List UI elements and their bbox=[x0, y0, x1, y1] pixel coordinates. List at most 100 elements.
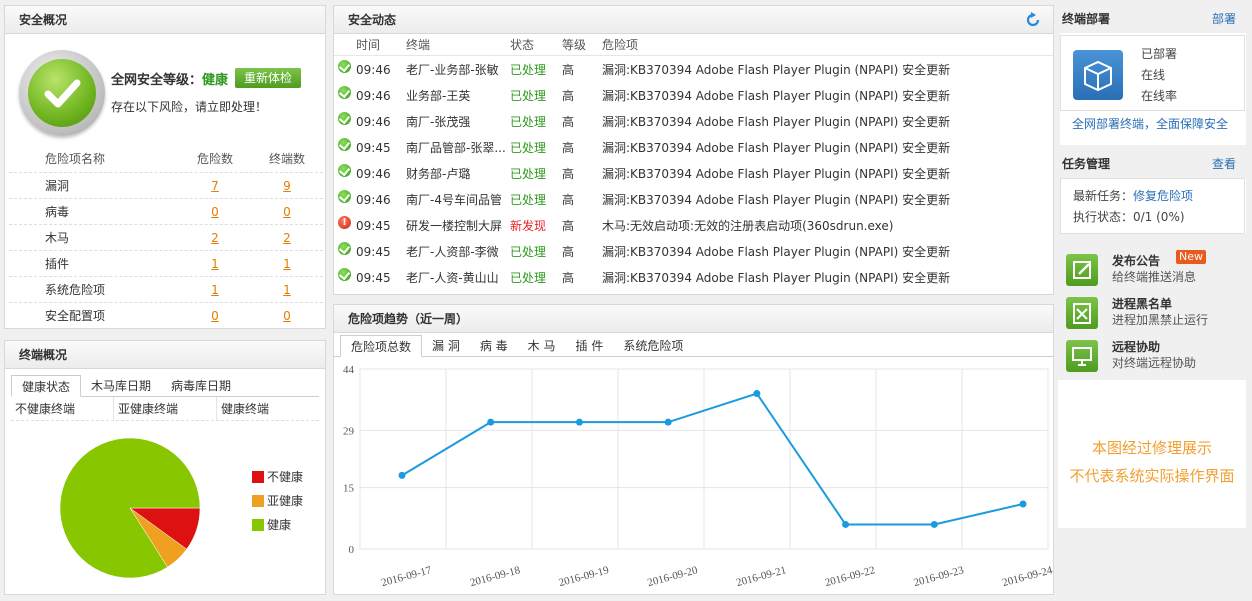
header-risk-name: 危险项名称 bbox=[45, 152, 106, 166]
event-row[interactable]: 09:46 业务部-王英 已处理 高 漏洞:KB370394 Adobe Flash P… bbox=[334, 82, 1053, 108]
event-status: 已处理 bbox=[510, 167, 547, 181]
tab-health-status[interactable]: 健康状态 bbox=[11, 375, 82, 397]
endpoint-count-link[interactable]: 9 bbox=[283, 179, 291, 193]
legend-swatch-unhealthy bbox=[252, 470, 264, 483]
endpoint-count-link[interactable]: 1 bbox=[283, 283, 291, 297]
endpoint-count-link[interactable]: 2 bbox=[283, 231, 291, 245]
process-blacklist-action[interactable]: 进程黑名单 进程加黑禁止运行 bbox=[1066, 295, 1246, 335]
risk-count-link[interactable]: 1 bbox=[211, 257, 219, 271]
event-risk-item: 漏洞:KB370394 Adobe Flash Player Plugin (N… bbox=[602, 167, 951, 181]
tab-plugins[interactable]: 插 件 bbox=[566, 335, 614, 356]
security-overview-title: 安全概况 bbox=[5, 6, 325, 34]
event-row[interactable]: 09:46 老厂-业务部-张敏 已处理 高 漏洞:KB370394 Adobe Flas… bbox=[334, 56, 1053, 82]
data-point[interactable] bbox=[1019, 500, 1027, 508]
remote-assist-action[interactable]: 远程协助 对终端远程协助 bbox=[1066, 338, 1246, 378]
security-overview-panel: 安全概况 全网安全等级：健康 重新体检 存在以下风险，请立即处理！ 危险项名称 … bbox=[4, 5, 326, 329]
remote-assist-desc: 对终端远程协助 bbox=[1112, 356, 1197, 370]
legend-swatch-subhealthy bbox=[252, 494, 264, 507]
table-row: 木马 2 2 bbox=[9, 224, 323, 250]
header-endpoint: 终端 bbox=[406, 38, 431, 52]
event-row[interactable]: 09:46 南厂-张茂强 已处理 高 漏洞:KB370394 Adobe Flash P… bbox=[334, 108, 1053, 134]
data-point[interactable] bbox=[753, 390, 761, 398]
healthy-endpoints-label[interactable]: 健康终端 bbox=[217, 397, 319, 420]
risk-count-link[interactable]: 2 bbox=[211, 231, 219, 245]
event-status: 已处理 bbox=[510, 245, 547, 259]
x-tick-label: 2016-09-18 bbox=[469, 564, 522, 589]
risk-count-link[interactable]: 0 bbox=[211, 205, 219, 219]
health-pie-chart bbox=[59, 437, 201, 579]
online-label: 在线 bbox=[1141, 68, 1166, 82]
subhealthy-endpoints-label[interactable]: 亚健康终端 bbox=[114, 397, 217, 420]
event-level: 高 bbox=[562, 271, 575, 285]
unhealthy-endpoints-label[interactable]: 不健康终端 bbox=[11, 397, 114, 420]
event-level: 高 bbox=[562, 141, 575, 155]
tab-trojan-db-date[interactable]: 木马库日期 bbox=[81, 375, 161, 396]
risk-count-link[interactable]: 1 bbox=[211, 283, 219, 297]
event-time: 09:45 bbox=[356, 271, 391, 285]
event-risk-item: 漏洞:KB370394 Adobe Flash Player Plugin (N… bbox=[602, 271, 951, 285]
health-shield-icon bbox=[19, 50, 105, 136]
data-point[interactable] bbox=[930, 520, 938, 528]
table-row: 安全配置项 0 0 bbox=[9, 302, 323, 328]
tab-vulnerabilities[interactable]: 漏 洞 bbox=[422, 335, 470, 356]
endpoint-count-link[interactable]: 0 bbox=[283, 309, 291, 323]
risk-count-link[interactable]: 0 bbox=[211, 309, 219, 323]
risk-name: 安全配置项 bbox=[45, 309, 106, 323]
security-events-title: 安全动态 bbox=[334, 6, 1053, 34]
tab-viruses[interactable]: 病 毒 bbox=[470, 335, 518, 356]
event-level: 高 bbox=[562, 167, 575, 181]
package-box-icon bbox=[1073, 50, 1123, 100]
tab-virus-db-date[interactable]: 病毒库日期 bbox=[161, 375, 241, 396]
event-row[interactable]: 09:45 研发一楼控制大屏新发现 高 木马:无效启动项:无效的注册表启动项(360s… bbox=[334, 209, 1053, 238]
event-endpoint: 南厂-张茂强 bbox=[406, 115, 471, 129]
deploy-link[interactable]: 部署 bbox=[1212, 5, 1236, 33]
security-events-panel: 安全动态 时间 终端 状态 等级 危险项 09:46 老厂-业务部-张敏 已处理高漏… bbox=[333, 5, 1054, 295]
header-status: 状态 bbox=[510, 38, 535, 52]
legend-healthy: 健康 bbox=[252, 516, 291, 533]
remote-assist-title: 远程协助 bbox=[1112, 340, 1161, 354]
event-level: 高 bbox=[562, 89, 575, 103]
legend-unhealthy: 不健康 bbox=[252, 468, 303, 485]
monitor-icon bbox=[1066, 340, 1098, 372]
risk-name: 病毒 bbox=[45, 205, 70, 219]
refresh-icon[interactable] bbox=[1025, 12, 1041, 28]
risk-note: 存在以下风险，请立即处理！ bbox=[111, 100, 268, 114]
x-tick-label: 2016-09-20 bbox=[646, 564, 699, 589]
endpoint-count-link[interactable]: 0 bbox=[283, 205, 291, 219]
event-row[interactable]: 09:45 南厂品管部-张翠... 已处理 高 漏洞:KB370394 Adobe Fl… bbox=[334, 134, 1053, 160]
deploy-all-link[interactable]: 全网部署终端，全面保障安全 bbox=[1072, 115, 1228, 132]
event-status: 已处理 bbox=[510, 63, 547, 77]
view-tasks-link[interactable]: 查看 bbox=[1212, 150, 1236, 178]
event-status-icon bbox=[338, 209, 356, 238]
x-tick-label: 2016-09-17 bbox=[380, 564, 433, 589]
event-row[interactable]: 09:45 老厂-人资部-李微 已处理 高 漏洞:KB370394 Adobe Flas… bbox=[334, 238, 1053, 264]
event-time: 09:45 bbox=[356, 245, 391, 259]
data-point[interactable] bbox=[487, 418, 495, 426]
data-point[interactable] bbox=[664, 418, 672, 426]
event-status: 已处理 bbox=[510, 271, 547, 285]
tab-total-risks[interactable]: 危险项总数 bbox=[340, 335, 423, 357]
event-risk-item: 木马:无效启动项:无效的注册表启动项(360sdrun.exe) bbox=[602, 219, 894, 233]
tab-system-risks[interactable]: 系统危险项 bbox=[613, 335, 693, 356]
event-row[interactable]: 09:45 老厂-人资-黄山山 已处理 高 漏洞:KB370394 Adobe Flas… bbox=[334, 264, 1053, 290]
table-row: 漏洞 7 9 bbox=[9, 172, 323, 198]
deployed-label: 已部署 bbox=[1141, 47, 1178, 61]
data-point[interactable] bbox=[842, 520, 850, 528]
data-point[interactable] bbox=[398, 471, 406, 479]
trend-tabs: 危险项总数 漏 洞 病 毒 木 马 插 件 系统危险项 bbox=[334, 335, 1053, 357]
tab-trojans[interactable]: 木 马 bbox=[518, 335, 566, 356]
alert-circle-icon bbox=[338, 209, 351, 237]
event-status: 已处理 bbox=[510, 193, 547, 207]
publish-notice-action[interactable]: 发布公告 New 给终端推送消息 bbox=[1066, 250, 1246, 292]
security-level-label: 全网安全等级： bbox=[111, 73, 203, 88]
endpoint-count-link[interactable]: 1 bbox=[283, 257, 291, 271]
event-row[interactable]: 09:46 财务部-卢璐 已处理 高 漏洞:KB370394 Adobe Flash P… bbox=[334, 160, 1053, 186]
recheck-button[interactable]: 重新体检 bbox=[235, 68, 301, 88]
risk-count-link[interactable]: 7 bbox=[211, 179, 219, 193]
event-level: 高 bbox=[562, 115, 575, 129]
table-row: 系统危险项 1 1 bbox=[9, 276, 323, 302]
event-row[interactable]: 09:46 南厂-4号车间品管 已处理 高 漏洞:KB370394 Adobe Flas… bbox=[334, 186, 1053, 212]
x-tick-label: 2016-09-21 bbox=[735, 564, 788, 589]
data-point[interactable] bbox=[575, 418, 583, 426]
latest-task-link[interactable]: 修复危险项 bbox=[1133, 189, 1193, 203]
